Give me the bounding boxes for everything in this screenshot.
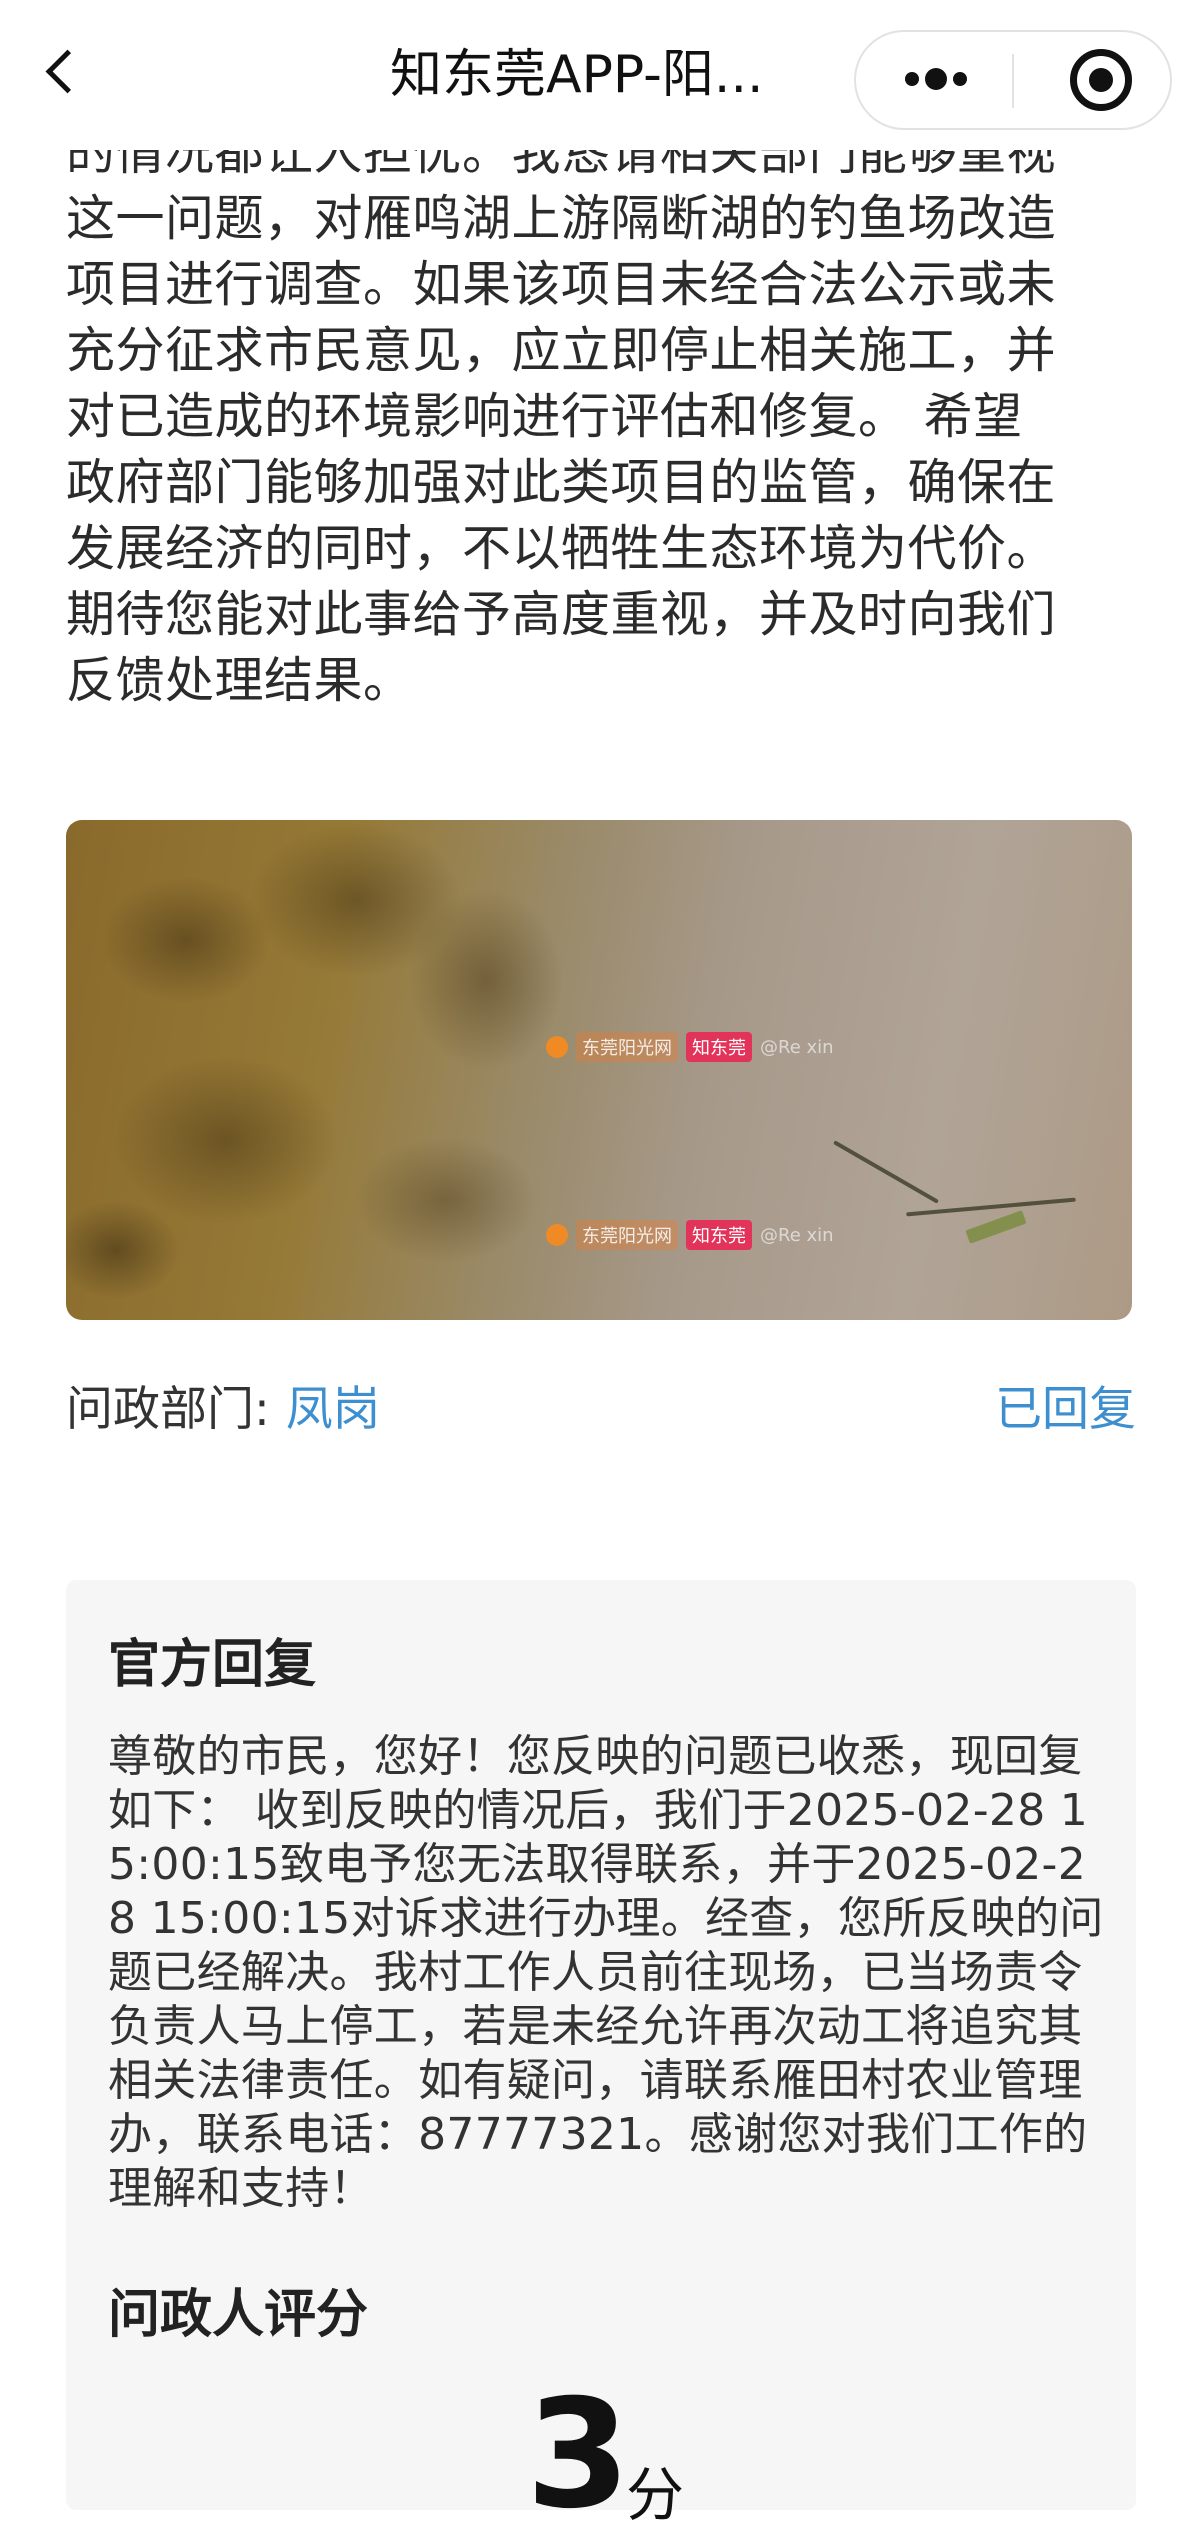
rating-title: 问政人评分	[108, 2285, 369, 2345]
article-line: 发展经济的同时，不以牺牲生态环境为代价。	[66, 520, 1057, 577]
department-link[interactable]: 凤岗	[286, 1382, 380, 1437]
back-arrow-icon[interactable]	[45, 49, 90, 94]
watermark-app: 知东莞	[686, 1032, 752, 1062]
department-row: 问政部门: 凤岗 已回复	[66, 1375, 1136, 1445]
attached-photo[interactable]: 东莞阳光网 知东莞 @Re xin 东莞阳光网 知东莞 @Re xin	[66, 820, 1132, 1320]
department-label: 问政部门:	[66, 1382, 270, 1437]
official-reply-card: 官方回复 尊敬的市民，您好！您反映的问题已收悉，现回复如下： 收到反映的情况后，…	[66, 1580, 1136, 2530]
rating-score: 3	[526, 2368, 631, 2542]
watermark-brand: 东莞阳光网	[576, 1220, 678, 1250]
floating-branch	[965, 1210, 1027, 1244]
reply-status-badge[interactable]: 已回复	[995, 1375, 1136, 1445]
official-reply-body: 尊敬的市民，您好！您反映的问题已收悉，现回复如下： 收到反映的情况后，我们于20…	[108, 1731, 1104, 2214]
rating-unit: 分	[626, 2461, 685, 2529]
article-line: 期待您能对此事给予高度重视，并及时向我们	[66, 586, 1057, 643]
navigation-bar: 知东莞APP-阳...	[0, 0, 1200, 150]
capsule-divider	[1012, 54, 1014, 108]
watermark-brand: 东莞阳光网	[576, 1032, 678, 1062]
watermark-user: @Re xin	[760, 1036, 834, 1058]
page-title: 知东莞APP-阳...	[390, 45, 764, 105]
watermark-logo-icon	[546, 1036, 568, 1058]
photo-watermark: 东莞阳光网 知东莞 @Re xin	[546, 1220, 834, 1250]
floating-branch	[833, 1140, 939, 1204]
more-options-icon[interactable]	[901, 62, 971, 98]
article-line: 对已造成的环境影响进行评估和修复。 希望	[66, 388, 1023, 445]
official-reply-title: 官方回复	[108, 1635, 317, 1695]
article-line: 反馈处理结果。	[66, 652, 413, 709]
watermark-app: 知东莞	[686, 1220, 752, 1250]
article-line: 政府部门能够加强对此类项目的监管，确保在	[66, 454, 1057, 511]
photo-watermark: 东莞阳光网 知东莞 @Re xin	[546, 1032, 834, 1062]
mini-program-capsule	[854, 30, 1172, 130]
watermark-user: @Re xin	[760, 1224, 834, 1246]
article-body: 的情况都让人担忧。我恳请相关部门能够重视 这一问题，对雁鸣湖上游隔断湖的钓鱼场改…	[66, 120, 1146, 714]
article-line: 这一问题，对雁鸣湖上游隔断湖的钓鱼场改造	[66, 190, 1057, 247]
article-line: 充分征求市民意见，应立即停止相关施工，并	[66, 322, 1057, 379]
close-mini-program-icon[interactable]	[1070, 49, 1132, 111]
article-line: 项目进行调查。如果该项目未经合法公示或未	[66, 256, 1057, 313]
watermark-logo-icon	[546, 1224, 568, 1246]
